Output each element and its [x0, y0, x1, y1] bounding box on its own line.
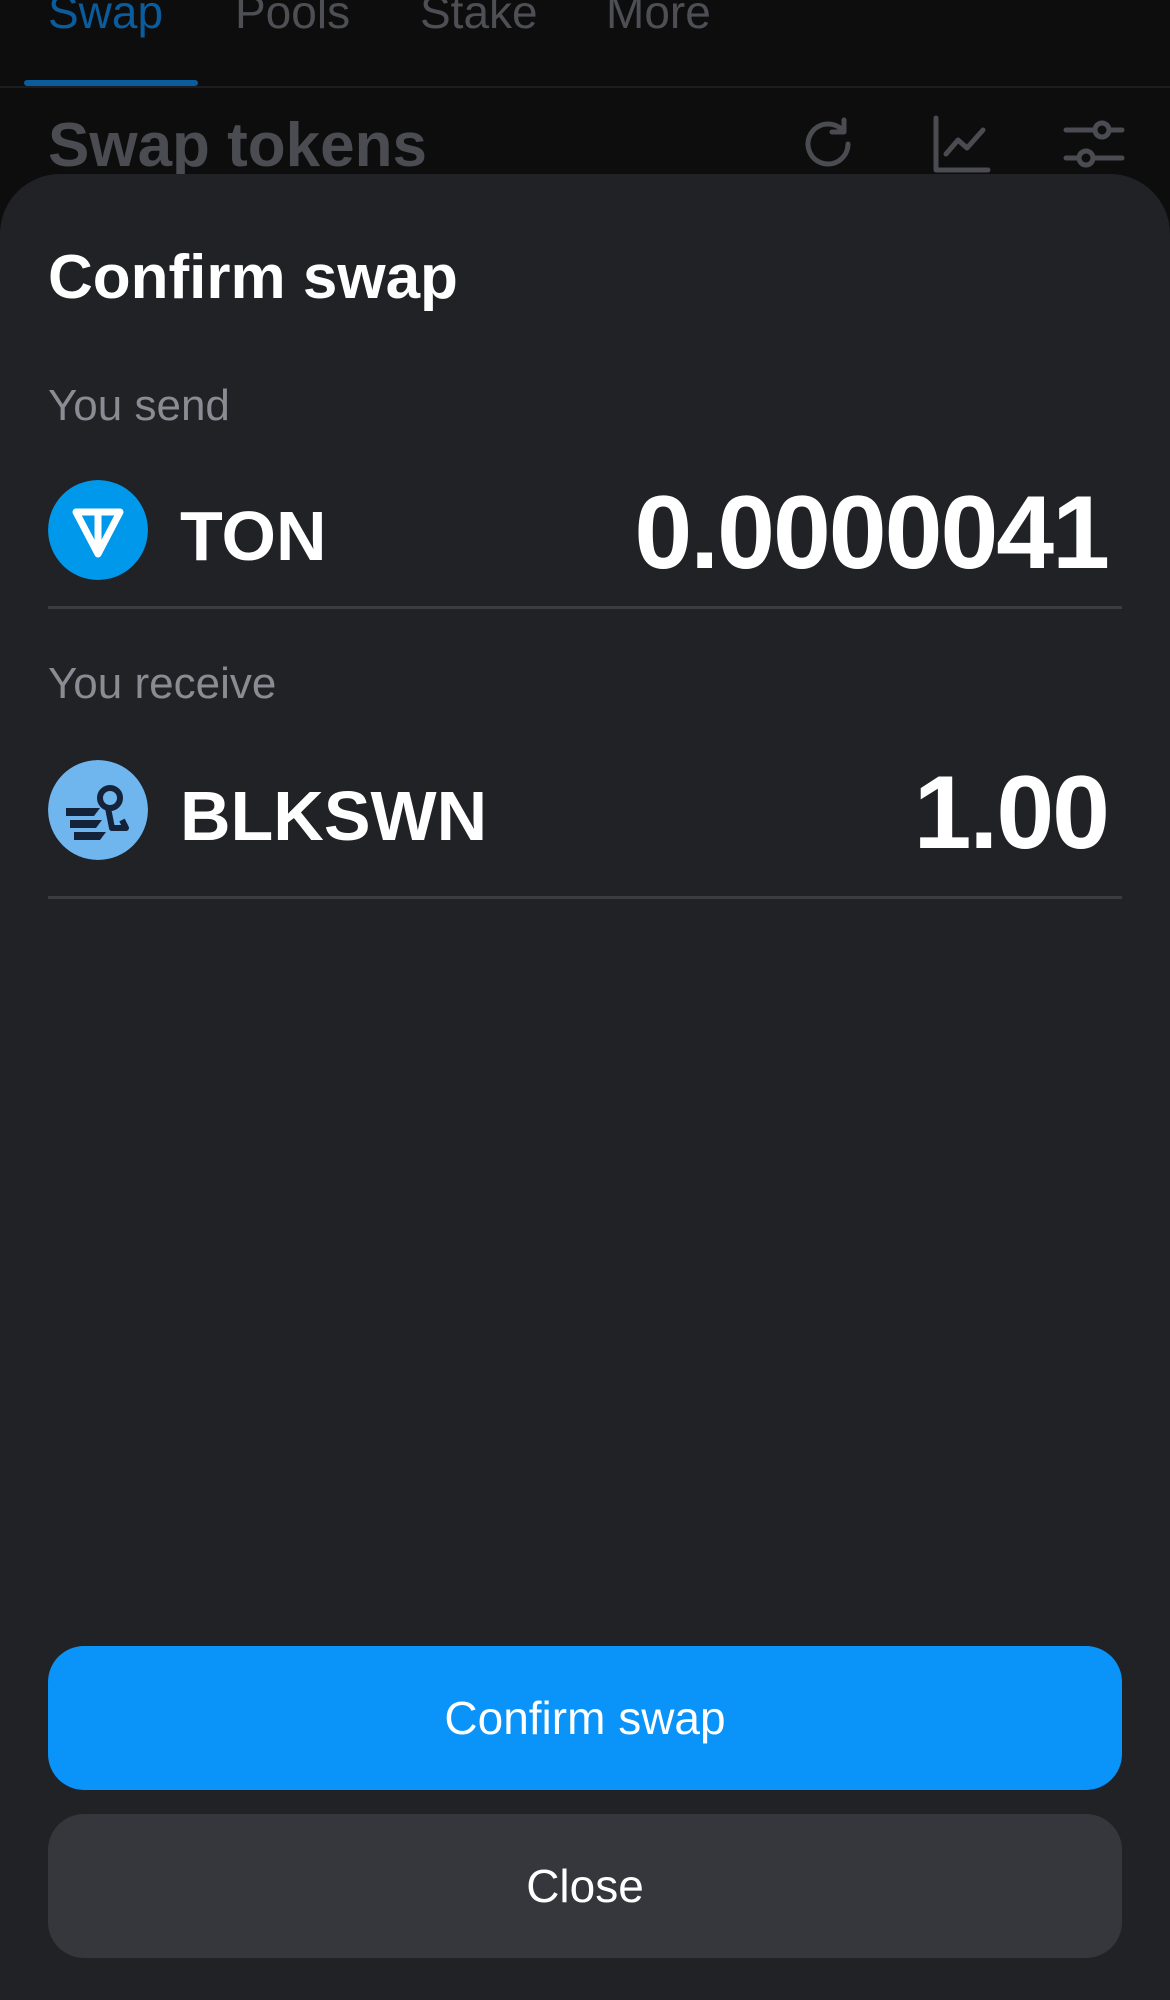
tab-pools[interactable]: Pools	[235, 0, 350, 40]
confirm-swap-sheet: Confirm swap You send TON 0.0000041 You …	[0, 174, 1170, 2000]
page-title: Swap tokens	[48, 111, 427, 180]
send-token-symbol: TON	[180, 497, 327, 575]
send-amount: 0.0000041	[634, 475, 1110, 591]
refresh-icon[interactable]	[796, 112, 860, 176]
divider	[48, 896, 1122, 899]
top-tab-bar: Swap Pools Stake More	[0, 0, 1170, 88]
confirm-swap-button[interactable]: Confirm swap	[48, 1646, 1122, 1790]
you-receive-label: You receive	[48, 659, 277, 708]
tab-stake[interactable]: Stake	[420, 0, 538, 40]
receive-amount: 1.00	[913, 755, 1110, 871]
send-token-row: TON 0.0000041	[48, 475, 1122, 591]
blkswn-token-icon	[48, 760, 148, 860]
you-send-label: You send	[48, 381, 230, 430]
sheet-title: Confirm swap	[48, 243, 458, 312]
receive-token-row: BLKSWN 1.00	[48, 755, 1122, 871]
tab-swap[interactable]: Swap	[48, 0, 163, 40]
close-button[interactable]: Close	[48, 1814, 1122, 1958]
divider	[48, 606, 1122, 609]
active-tab-indicator	[24, 80, 198, 86]
swap-screen: Swap Pools Stake More Swap tokens Confir…	[0, 0, 1170, 2000]
receive-token-symbol: BLKSWN	[180, 777, 488, 855]
ton-token-icon	[48, 480, 148, 580]
chart-icon[interactable]	[930, 112, 994, 176]
tab-more[interactable]: More	[606, 0, 711, 40]
settings-sliders-icon[interactable]	[1062, 112, 1126, 176]
